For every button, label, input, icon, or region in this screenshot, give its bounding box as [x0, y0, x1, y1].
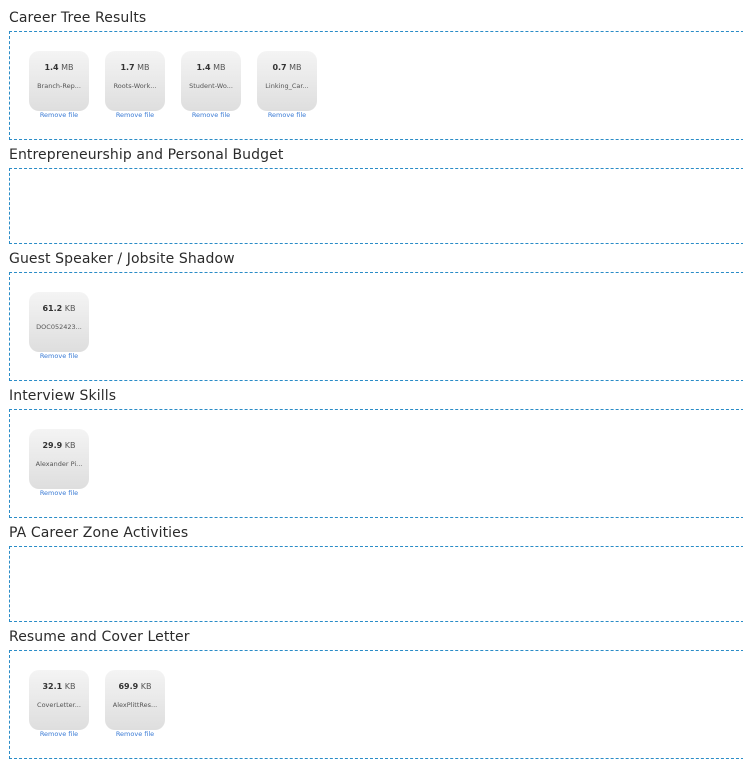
- file-size: 61.2 KB: [42, 304, 76, 313]
- file-size: 32.1 KB: [42, 682, 76, 691]
- file-name: DOC052423...: [36, 323, 82, 331]
- file-preview: 29.9 KB Alexander Pi...: [29, 429, 89, 489]
- upload-page: Career Tree Results 1.4 MB Branch-Rep...…: [0, 0, 743, 774]
- file-name: CoverLetter...: [37, 701, 81, 709]
- section-title-interview-skills: Interview Skills: [9, 388, 117, 404]
- remove-file-link[interactable]: Remove file: [99, 730, 171, 738]
- file-name: Alexander Pi...: [35, 460, 83, 468]
- file-preview: 61.2 KB DOC052423...: [29, 292, 89, 352]
- dropzone-career-tree-results[interactable]: 1.4 MB Branch-Rep... Remove file 1.7 MB …: [9, 31, 743, 140]
- file-size: 69.9 KB: [118, 682, 152, 691]
- file-preview: 0.7 MB Linking_Car...: [257, 51, 317, 111]
- file-size: 1.4 MB: [44, 63, 74, 72]
- file-name: AlexPlittRes...: [112, 701, 158, 709]
- dropzone-pa-career-zone[interactable]: [9, 546, 743, 622]
- file-size: 1.4 MB: [196, 63, 226, 72]
- dropzone-interview-skills[interactable]: 29.9 KB Alexander Pi... Remove file: [9, 409, 743, 518]
- dropzone-entrepreneurship[interactable]: [9, 168, 743, 244]
- remove-file-link[interactable]: Remove file: [23, 111, 95, 119]
- file-name: Branch-Rep...: [37, 82, 81, 90]
- section-title-career-tree-results: Career Tree Results: [9, 10, 147, 26]
- file-size: 29.9 KB: [42, 441, 76, 450]
- dropzone-resume-cover-letter[interactable]: 32.1 KB CoverLetter... Remove file 69.9 …: [9, 650, 743, 759]
- file-size: 0.7 MB: [272, 63, 302, 72]
- remove-file-link[interactable]: Remove file: [251, 111, 323, 119]
- file-name: Roots-Work...: [113, 82, 157, 90]
- file-preview: 32.1 KB CoverLetter...: [29, 670, 89, 730]
- remove-file-link[interactable]: Remove file: [23, 489, 95, 497]
- file-name: Student-Wo...: [189, 82, 233, 90]
- file-preview: 69.9 KB AlexPlittRes...: [105, 670, 165, 730]
- remove-file-link[interactable]: Remove file: [23, 352, 95, 360]
- file-name: Linking_Car...: [265, 82, 309, 90]
- section-title-entrepreneurship: Entrepreneurship and Personal Budget: [9, 147, 284, 163]
- file-preview: 1.7 MB Roots-Work...: [105, 51, 165, 111]
- section-title-pa-career-zone: PA Career Zone Activities: [9, 525, 189, 541]
- file-preview: 1.4 MB Branch-Rep...: [29, 51, 89, 111]
- remove-file-link[interactable]: Remove file: [175, 111, 247, 119]
- section-title-resume-cover-letter: Resume and Cover Letter: [9, 629, 190, 645]
- file-size: 1.7 MB: [120, 63, 150, 72]
- dropzone-guest-speaker[interactable]: 61.2 KB DOC052423... Remove file: [9, 272, 743, 381]
- file-preview: 1.4 MB Student-Wo...: [181, 51, 241, 111]
- remove-file-link[interactable]: Remove file: [23, 730, 95, 738]
- remove-file-link[interactable]: Remove file: [99, 111, 171, 119]
- section-title-guest-speaker: Guest Speaker / Jobsite Shadow: [9, 251, 235, 267]
